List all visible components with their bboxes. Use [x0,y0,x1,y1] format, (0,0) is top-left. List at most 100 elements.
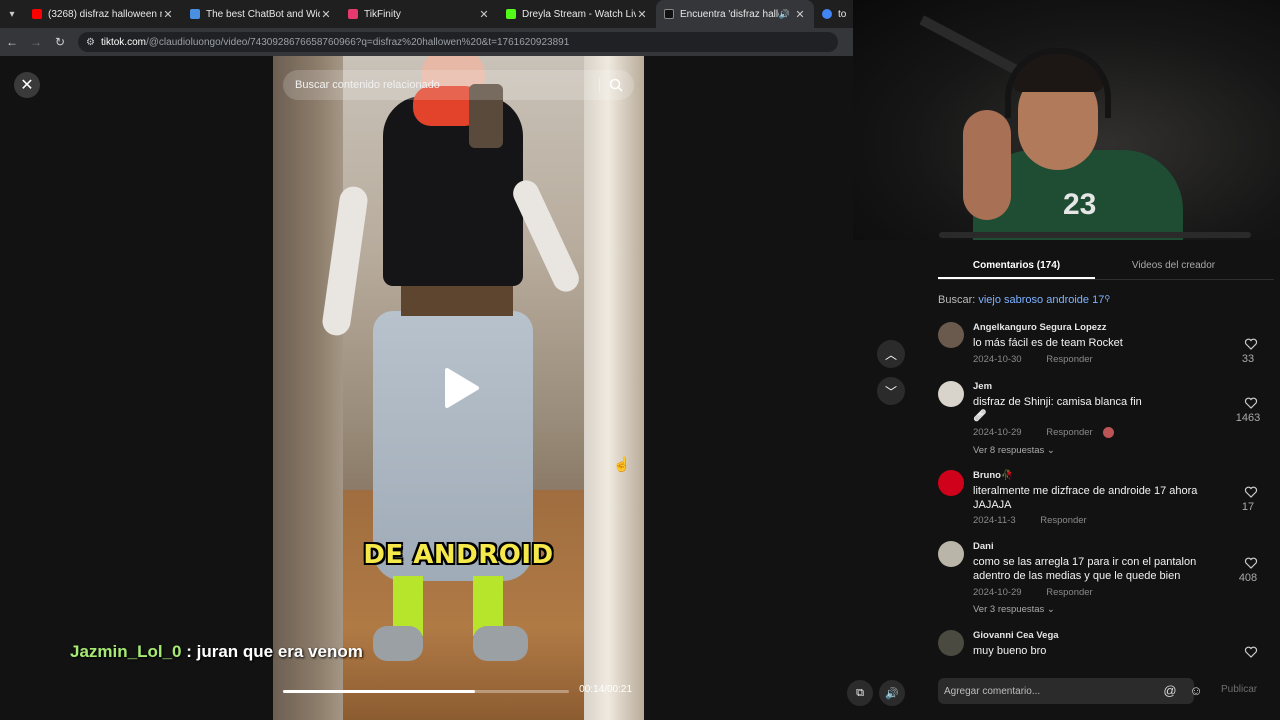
publish-button[interactable]: Publicar [1221,684,1257,695]
avatar[interactable] [938,630,964,656]
video-caption: DE ANDROID [363,540,554,570]
comment-item: Angelkanguro Segura Lopezz lo más fácil … [938,322,1268,372]
comment-author[interactable]: Jem [973,381,992,392]
comment-author[interactable]: Bruno🥀 [973,470,1013,481]
comment-text: muy bueno bro [973,645,1047,657]
like-count: 17 [1241,501,1255,513]
tab-creator-videos[interactable]: Videos del creador [1095,254,1252,279]
close-icon[interactable]: ✕ [636,8,648,21]
comment-text: literalmente me dizfrace de androide 17 … [973,485,1198,511]
search-suggestion[interactable]: Buscar: viejo sabroso androide 17⚲ [938,294,1110,306]
video-frame [273,56,343,720]
heart-icon[interactable] [1244,645,1258,659]
like-count: 408 [1238,572,1258,584]
comments-panel: Comentarios (174) Videos del creador Bus… [918,240,1280,720]
heart-icon[interactable] [1244,337,1258,351]
tab-kick[interactable]: Dreyla Stream - Watch Live on ✕ [498,0,656,28]
comment-input[interactable] [938,678,1194,704]
comment-date: 2024-10-29 [973,427,1022,439]
tab-label: The best ChatBot and Widgets [206,8,320,20]
tab-label: Dreyla Stream - Watch Live on [522,8,636,20]
picture-in-picture-icon[interactable]: ⧉ [847,680,873,706]
tab-tikfinity[interactable]: TikFinity ✕ [340,0,498,28]
stream-chat-overlay: Jazmin_Lol_0 : juran que era venom [70,642,363,662]
url-field[interactable]: ⚙ tiktok.com /@claudioluongo/video/74309… [78,32,838,52]
volume-icon[interactable]: 🔊 [879,680,905,706]
comment-date: 2024-10-29 [973,587,1022,598]
progress-fill [283,690,475,693]
play-icon[interactable] [441,366,481,410]
tab-youtube[interactable]: (3268) disfraz halloween match ✕ [24,0,182,28]
video-progress-bar[interactable] [283,690,569,693]
avatar[interactable] [938,381,964,407]
heart-icon[interactable] [1244,396,1258,410]
tab-tiktok-active[interactable]: Encuentra 'disfraz hallowen 🔊 ✕ [656,0,814,28]
heart-icon[interactable] [1244,485,1258,499]
comment-text: lo más fácil es de team Rocket [973,337,1123,349]
close-icon[interactable]: ✕ [794,8,806,21]
close-icon[interactable]: ✕ [162,8,174,21]
video-frame [584,56,644,720]
reply-button[interactable]: Responder [1040,515,1086,526]
comment-meta: 2024-10-30 Responder [973,354,1093,365]
next-video-button[interactable]: ﹀ [877,377,905,405]
search-icon: ⚲ [1104,294,1111,303]
chat-username: Jazmin_Lol_0 [70,642,182,661]
tab-search-icon[interactable]: ▾ [0,0,24,28]
comment-meta: 2024-10-29 Responder [973,427,1115,439]
previous-video-button[interactable]: ︿ [877,340,905,368]
comment-text: disfraz de Shinji: camisa blanca fin 🩹 [973,396,1142,422]
tab-label: (3268) disfraz halloween match [48,8,162,20]
youtube-icon [32,9,42,19]
video-nav: ︿ ﹀ [877,340,905,414]
mention-icon[interactable]: @ [1162,683,1178,699]
like-count: 1463 [1235,412,1261,424]
tab-label: toji [838,8,846,20]
speaker-icon[interactable]: 🔊 [779,9,790,20]
tab-google[interactable]: toji [814,0,854,28]
reply-button[interactable]: Responder [1046,427,1092,438]
kick-icon [506,9,516,19]
comment-item: Bruno🥀 literalmente me dizfrace de andro… [938,470,1268,530]
back-icon[interactable]: ← [0,35,24,49]
comment-composer: @ ☺ Publicar [938,678,1272,706]
avatar[interactable] [938,322,964,348]
related-search-input[interactable]: Buscar contenido relacionado [283,70,634,100]
webcam-frame [963,110,1011,220]
chatbot-icon [190,9,200,19]
reload-icon[interactable]: ↻ [48,35,72,49]
close-icon[interactable]: ✕ [320,8,332,21]
tiktok-icon [664,9,674,19]
view-replies-button[interactable]: Ver 8 respuestas ⌄ [973,445,1055,456]
reply-button[interactable]: Responder [1046,354,1092,365]
reply-button[interactable]: Responder [1046,587,1092,598]
streamer-webcam: 23 [853,0,1280,240]
comment-date: 2024-11-3 [973,515,1016,526]
tab-chatbot[interactable]: The best ChatBot and Widgets ✕ [182,0,340,28]
url-path: /@claudioluongo/video/743092867665876096… [145,36,570,48]
comment-author[interactable]: Angelkanguro Segura Lopezz [973,322,1107,333]
related-search-placeholder: Buscar contenido relacionado [295,79,440,91]
close-icon[interactable]: ✕ [478,8,490,21]
emoji-icon[interactable]: ☺ [1188,683,1204,699]
video-frame [473,626,528,661]
tab-comments[interactable]: Comentarios (174) [938,254,1095,279]
video-player[interactable]: Buscar contenido relacionado DE ANDROID … [273,56,644,720]
forward-icon[interactable]: → [24,35,48,49]
avatar[interactable] [938,541,964,567]
search-icon[interactable] [608,77,624,93]
heart-icon[interactable] [1244,556,1258,570]
comment-author[interactable]: Dani [973,541,994,552]
close-video-button[interactable]: ✕ [14,72,40,98]
view-replies-button[interactable]: Ver 3 respuestas ⌄ [973,604,1055,615]
search-term[interactable]: viejo sabroso androide 17 [978,294,1104,306]
google-icon [822,9,832,19]
hand-cursor-icon: ☝ [613,456,631,472]
player-controls: ⧉ 🔊 [847,680,905,706]
comment-author[interactable]: Giovanni Cea Vega [973,630,1059,641]
site-info-icon[interactable]: ⚙ [86,37,95,48]
webcam-frame [1005,48,1111,118]
avatar[interactable] [938,470,964,496]
divider [599,78,600,92]
comment-item: Dani como se las arregla 17 para ir con … [938,541,1268,621]
